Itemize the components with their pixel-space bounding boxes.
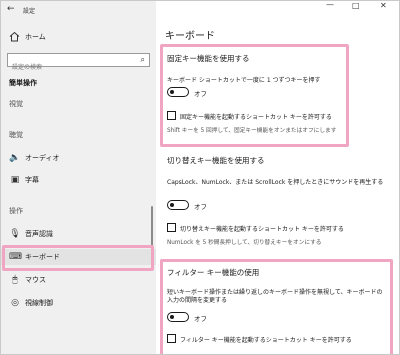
toggle-keys-heading: 切り替えキー機能を使用する: [167, 156, 265, 165]
toggle-keys-toggle[interactable]: [167, 200, 189, 210]
close-icon[interactable]: ✕: [380, 1, 387, 10]
eye-control-icon: ◎: [11, 298, 19, 308]
home-icon: [9, 31, 20, 42]
group-label-hearing: 聴覚: [9, 131, 23, 139]
sidebar-item-label: 字幕: [25, 176, 39, 184]
sidebar-item-label: マウス: [25, 276, 46, 284]
sidebar-item-label: オーディオ: [25, 154, 60, 162]
toggle-keys-description: CapsLock、NumLock、または ScrollLock を押したときにサ…: [167, 179, 384, 186]
sticky-keys-toggle-state: オフ: [194, 90, 207, 98]
annotation-highlight-keyboard-item: [2, 245, 154, 271]
sidebar-item-mouse[interactable]: 🖱 マウス: [1, 272, 156, 288]
sidebar-item-eye-control[interactable]: ◎ 視線制御: [1, 295, 156, 311]
toggle-keys-toggle-state: オフ: [194, 203, 207, 211]
filter-keys-heading: フィルター キー機能の使用: [167, 268, 260, 277]
sticky-keys-heading: 固定キー機能を使用する: [167, 54, 250, 63]
captions-icon: ▣: [10, 175, 20, 185]
home-link[interactable]: ホーム: [25, 32, 46, 42]
sticky-keys-shortcut-checkbox[interactable]: [167, 111, 176, 120]
back-arrow-icon[interactable]: ←: [7, 4, 15, 14]
sidebar-item-label: 視線制御: [25, 299, 53, 307]
group-label-interaction: 操作: [9, 207, 23, 215]
main-content: — □ ✕ キーボード 固定キー機能を使用する キーボード ショートカットで一度…: [156, 1, 399, 354]
filter-keys-shortcut-checkbox[interactable]: [167, 334, 176, 343]
filter-keys-description: 短いキーボード操作または繰り返しのキーボード操作を無視して、キーボードの入力の間…: [167, 289, 383, 304]
category-title: 簡単操作: [9, 79, 37, 87]
filter-keys-toggle-state: オフ: [194, 315, 207, 323]
speaker-icon: 🔈: [9, 153, 21, 163]
toggle-keys-shortcut-label[interactable]: 切り替えキー機能を起動するショートカット キーを許可する: [180, 224, 344, 233]
search-icon[interactable]: ⌕: [141, 55, 145, 65]
microphone-icon: 🎙: [9, 229, 21, 239]
search-box[interactable]: ⌕: [7, 53, 150, 74]
settings-window: ← 設定 ホーム ⌕ 簡単操作 視覚 聴覚 🔈 オーディオ ▣ 字幕 操作 🎙 …: [0, 0, 400, 355]
minimize-icon[interactable]: —: [326, 1, 334, 9]
mouse-icon: 🖱: [12, 275, 18, 285]
maximize-icon[interactable]: □: [352, 1, 360, 10]
group-label-vision: 視覚: [9, 100, 23, 108]
sticky-keys-shortcut-label[interactable]: 固定キー機能を起動するショートカット キーを許可する: [180, 112, 332, 121]
filter-keys-toggle[interactable]: [167, 312, 189, 322]
sticky-keys-hint: Shift キーを 5 回押して、固定キー機能をオンまたはオフにします: [167, 128, 337, 134]
toggle-knob: [170, 314, 174, 319]
sticky-keys-toggle[interactable]: [167, 87, 189, 97]
sidebar-item-speech[interactable]: 🎙 音声認識: [1, 226, 156, 242]
toggle-keys-shortcut-checkbox[interactable]: [167, 223, 176, 232]
search-input[interactable]: [8, 61, 126, 74]
toggle-keys-hint: NumLock を 5 秒間長押しして、切り替えキーをオンにする: [167, 240, 322, 246]
sidebar: ← 設定 ホーム ⌕ 簡単操作 視覚 聴覚 🔈 オーディオ ▣ 字幕 操作 🎙 …: [1, 1, 156, 354]
sidebar-item-label: 音声認識: [25, 230, 53, 238]
sidebar-item-audio[interactable]: 🔈 オーディオ: [1, 150, 156, 166]
toggle-knob: [170, 202, 174, 207]
filter-keys-shortcut-label[interactable]: フィルター キー機能を起動するショートカット キーを許可する: [180, 335, 352, 344]
window-title: 設定: [23, 8, 36, 15]
page-title: キーボード: [165, 31, 215, 42]
toggle-knob: [170, 89, 174, 94]
sticky-keys-description: キーボード ショートカットで一度に 1 つずつキーを押す: [167, 77, 321, 84]
sidebar-item-captions[interactable]: ▣ 字幕: [1, 172, 156, 188]
